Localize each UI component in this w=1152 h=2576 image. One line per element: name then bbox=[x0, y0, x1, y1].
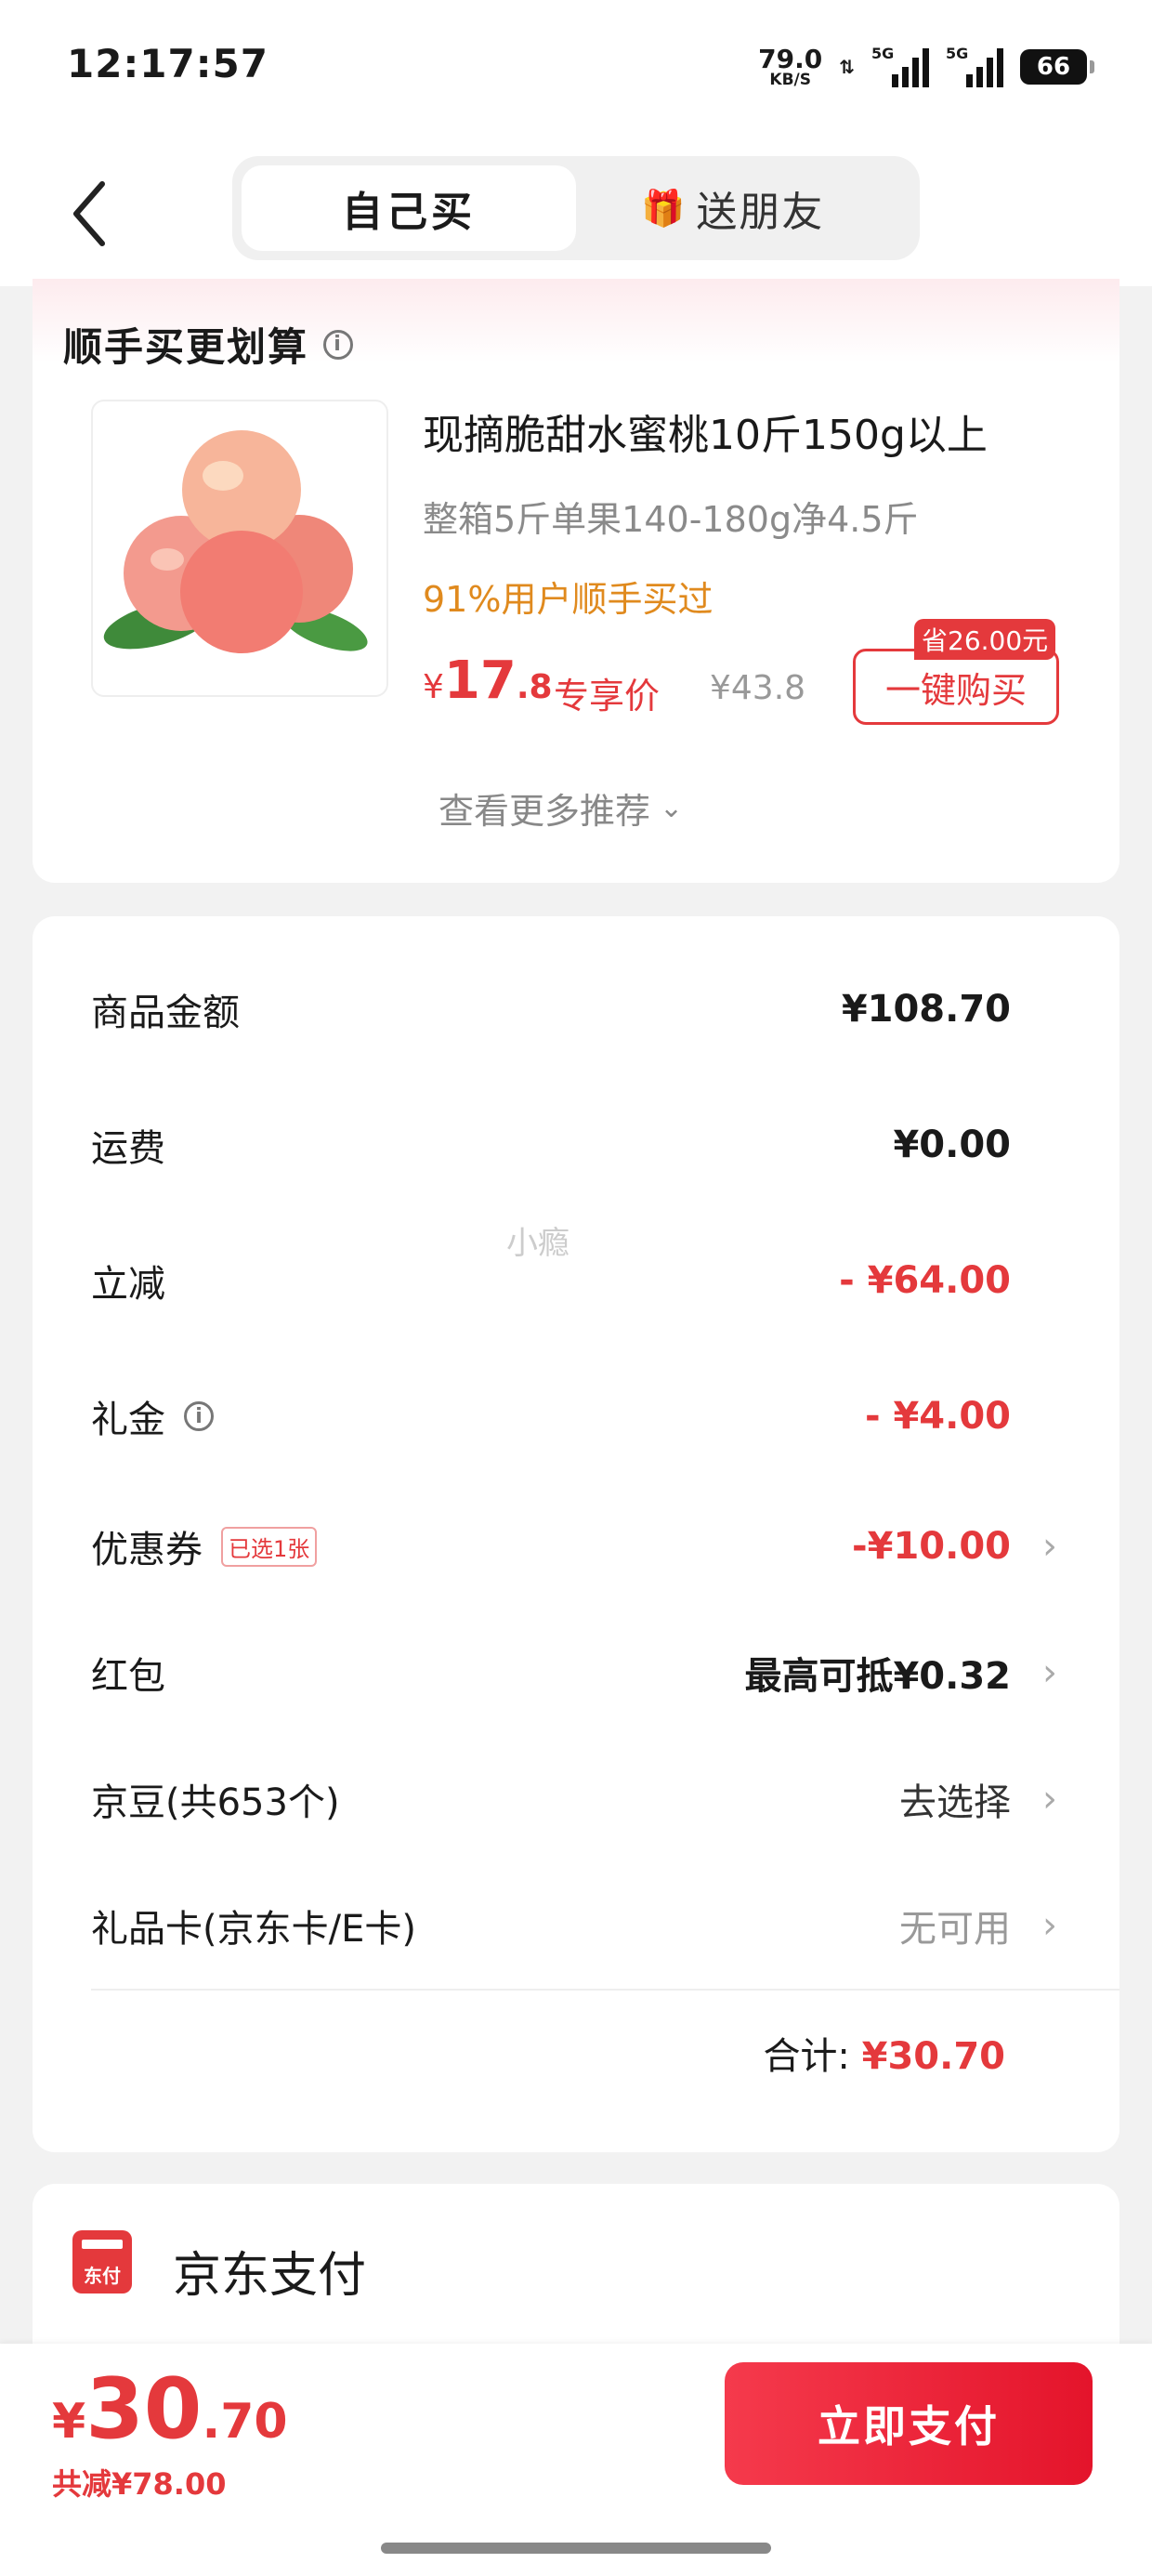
recommend-title: 顺手买更划算 i bbox=[63, 316, 354, 373]
divider bbox=[91, 1989, 1119, 1991]
chevron-right-icon: › bbox=[1042, 1525, 1057, 1568]
pay-now-button[interactable]: 立即支付 bbox=[725, 2362, 1093, 2485]
peach-image bbox=[103, 430, 368, 653]
jd-pay-icon: 东付 bbox=[72, 2230, 132, 2293]
chevron-right-icon: › bbox=[1042, 1904, 1057, 1947]
data-arrows-icon: ⇅ bbox=[839, 56, 855, 78]
tab-gift-label: 送朋友 bbox=[696, 189, 825, 236]
net-speed-value: 79.0 bbox=[758, 43, 823, 74]
row-gift-card[interactable]: 礼品卡(京东卡/E卡) 无可用 › bbox=[91, 1888, 1057, 1963]
row-coupon[interactable]: 优惠券 已选1张 -¥10.00 › bbox=[91, 1509, 1057, 1584]
net-speed: 79.0 KB/S bbox=[758, 46, 822, 88]
row-shipping: 运费 ¥0.00 bbox=[91, 1124, 1011, 1170]
status-bar: 12:17:57 79.0 KB/S ⇅ 5G 5G 66 bbox=[0, 0, 1152, 139]
info-icon[interactable]: i bbox=[323, 329, 354, 360]
one-click-buy-button[interactable]: 一键购买 bbox=[853, 649, 1059, 725]
chevron-right-icon: › bbox=[1042, 1778, 1057, 1820]
info-icon[interactable]: i bbox=[184, 1401, 214, 1431]
save-tag: 省26.00元 bbox=[914, 619, 1056, 660]
payment-method-label: 京东支付 bbox=[173, 2248, 367, 2304]
row-red-packet[interactable]: 红包 最高可抵¥0.32 › bbox=[91, 1636, 1057, 1710]
back-arrow-icon bbox=[73, 181, 105, 246]
tab-gift-friend[interactable]: 🎁 送朋友 bbox=[641, 165, 883, 251]
product-image[interactable] bbox=[91, 400, 388, 697]
order-total: 合计: ¥30.70 bbox=[763, 2035, 1005, 2078]
battery-icon: 66 bbox=[1020, 49, 1094, 85]
row-instant-discount: 立减 - ¥64.00 bbox=[91, 1259, 1011, 1306]
row-goods-amount: 商品金额 ¥108.70 bbox=[91, 988, 1011, 1034]
see-more-recommend[interactable]: 查看更多推荐 ⌄ bbox=[439, 782, 683, 834]
clock: 12:17:57 bbox=[67, 41, 268, 86]
price-label: 专享价 bbox=[554, 676, 661, 716]
signal-5g-icon-2: 5G bbox=[946, 45, 1003, 87]
recommend-title-text: 顺手买更划算 bbox=[63, 324, 309, 370]
row-jd-beans[interactable]: 京豆(共653个) 去选择 › bbox=[91, 1762, 1057, 1836]
back-button[interactable] bbox=[65, 177, 121, 251]
social-proof: 91%用户顺手买过 bbox=[423, 579, 713, 620]
total-price: ¥30.70 bbox=[52, 2360, 288, 2458]
signal-5g-icon: 5G bbox=[871, 45, 929, 87]
original-price: ¥43.8 bbox=[710, 669, 806, 707]
tab-self-buy[interactable]: 自己买 bbox=[242, 165, 576, 251]
chevron-down-icon: ⌄ bbox=[660, 792, 684, 824]
watermark: 小瘾 bbox=[506, 1225, 569, 1262]
gift-icon: 🎁 bbox=[641, 187, 687, 229]
nav-bar: 自己买 🎁 送朋友 bbox=[0, 139, 1152, 286]
product-price: ¥17.8 bbox=[423, 651, 553, 711]
total-saved: 共减¥78.00 bbox=[52, 2466, 227, 2502]
chevron-right-icon: › bbox=[1042, 1651, 1057, 1694]
status-icons: 79.0 KB/S ⇅ 5G 5G 66 bbox=[758, 41, 1094, 93]
coupon-selected-badge: 已选1张 bbox=[221, 1526, 318, 1567]
see-more-label: 查看更多推荐 bbox=[439, 791, 651, 832]
home-indicator[interactable] bbox=[381, 2543, 771, 2554]
net-speed-unit: KB/S bbox=[769, 70, 811, 89]
purchase-mode-switch: 自己买 🎁 送朋友 bbox=[232, 156, 920, 260]
product-spec: 整箱5斤单果140-180g净4.5斤 bbox=[423, 499, 919, 540]
row-gift-money: 礼金 i - ¥4.00 bbox=[91, 1395, 1011, 1441]
product-name[interactable]: 现摘脆甜水蜜桃10斤150g以上 bbox=[423, 401, 988, 461]
